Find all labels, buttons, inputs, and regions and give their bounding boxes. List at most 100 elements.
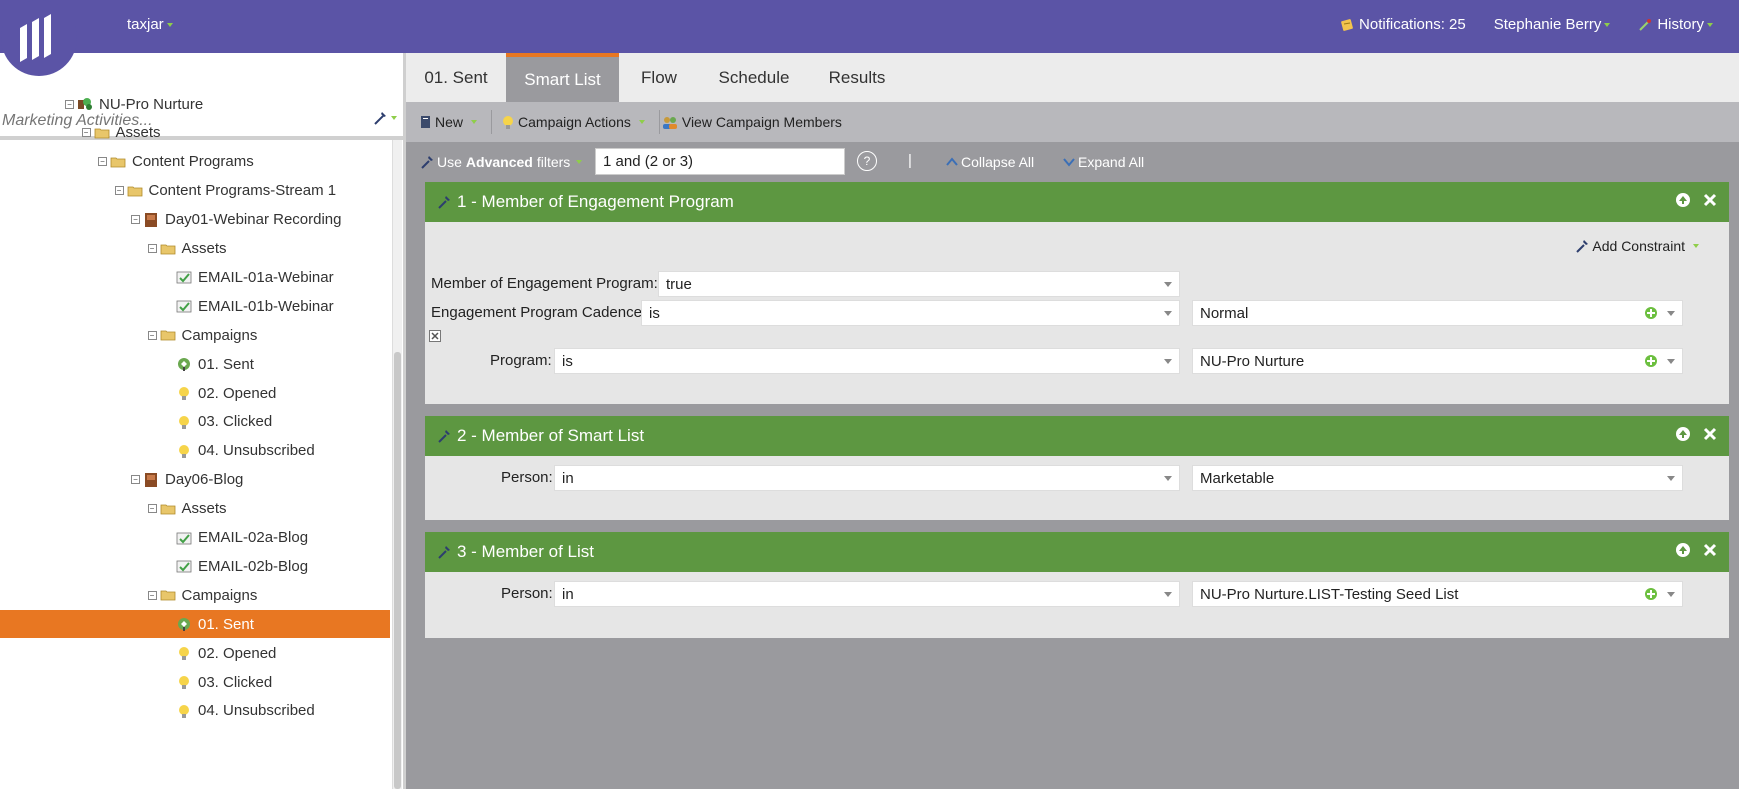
collapse-toggle-icon[interactable]: − [65,99,74,109]
tree-item[interactable]: 01. Sent [0,350,390,378]
operator-select[interactable]: in [554,465,1180,491]
tree-item-label: Assets [115,124,161,142]
tree-item[interactable]: − Assets [0,235,390,263]
tree-item[interactable]: − Content Programs-Stream 1 [0,177,390,205]
tree-item[interactable]: 04. Unsubscribed [0,697,390,725]
add-constraint-button[interactable]: Add Constraint [1575,238,1699,254]
tab-01-sent[interactable]: 01. Sent [406,53,506,102]
tree-item[interactable]: EMAIL-01b-Webinar [0,292,390,320]
operator-select[interactable]: is [641,300,1180,326]
chevron-down-icon [1693,244,1699,248]
move-up-icon[interactable] [1675,192,1691,208]
tree-item[interactable]: − Day06-Blog [0,466,390,494]
value-select[interactable]: Marketable [1192,465,1683,491]
tab-label: Schedule [718,67,790,87]
expand-all-label: Expand All [1078,154,1145,170]
divider-pipe: | [908,152,912,169]
tree-item[interactable]: 01. Sent [0,610,390,639]
move-up-icon[interactable] [1675,542,1691,558]
add-icon[interactable] [1644,587,1658,601]
lightbulb-icon [176,385,198,401]
operator-select[interactable]: in [554,581,1180,607]
close-icon[interactable] [1703,543,1717,557]
tree-item[interactable]: 04. Unsubscribed [0,437,390,465]
tree-item-label: Assets [181,500,227,518]
close-icon[interactable] [1703,427,1717,441]
tree-item[interactable]: 03. Clicked [0,668,390,696]
collapse-toggle-icon[interactable]: − [98,157,107,167]
campaign-active-icon [176,616,198,632]
collapse-toggle-icon[interactable]: − [147,504,157,514]
tree-item[interactable]: − Content Programs [0,148,390,176]
remove-constraint-icon[interactable] [429,330,441,342]
filter-header[interactable]: 1 - Member of Engagement Program [425,182,1729,222]
collapse-all-button[interactable]: Collapse All [946,154,1034,170]
tree-item[interactable]: 03. Clicked [0,408,390,436]
campaign-actions-button[interactable]: Campaign Actions [502,114,645,130]
collapse-toggle-icon[interactable]: − [81,128,91,138]
tab-results[interactable]: Results [809,53,905,102]
tree-scrollbar-thumb[interactable] [394,352,401,789]
workspace-selector[interactable]: taxjar [127,16,173,33]
value-select[interactable]: NU-Pro Nurture.LIST-Testing Seed List [1192,581,1683,607]
collapse-toggle-icon[interactable]: − [147,590,157,600]
view-campaign-members-button[interactable]: View Campaign Members [662,114,842,130]
collapse-toggle-icon[interactable]: − [147,244,157,253]
notifications-button[interactable]: Notifications: 25 [1340,16,1466,33]
marketo-logo[interactable] [0,0,78,80]
tree-item[interactable]: 02. Opened [0,639,390,667]
tree-item[interactable]: − Day01-Webinar Recording [0,206,390,234]
close-icon[interactable] [1703,193,1717,207]
lightbulb-icon [503,115,514,129]
help-icon[interactable]: ? [857,151,877,171]
expand-all-button[interactable]: Expand All [1063,154,1144,170]
tree-item[interactable]: − Campaigns [0,321,390,349]
campaign-actions-label: Campaign Actions [518,114,631,130]
tree-item[interactable]: − Assets [0,119,390,147]
tree-item[interactable]: − Campaigns [0,581,390,609]
filter-header[interactable]: 3 - Member of List [425,532,1729,572]
value-select[interactable]: Normal [1192,300,1683,326]
lightbulb-icon [176,414,198,430]
collapse-toggle-icon[interactable]: − [131,215,140,225]
chevron-down-icon [1604,22,1611,27]
collapse-toggle-icon[interactable]: − [131,475,140,485]
program-icon [77,96,99,112]
collapse-toggle-icon[interactable]: − [147,330,157,340]
operator-value: in [562,586,574,603]
email-icon [176,558,198,574]
email-icon [176,530,198,546]
lightbulb-icon [176,703,198,719]
tree-item[interactable]: EMAIL-02a-Blog [0,524,390,552]
tree-item[interactable]: 02. Opened [0,379,390,407]
filter-header[interactable]: 2 - Member of Smart List [425,416,1729,456]
tree-item-label: Campaigns [181,326,258,344]
history-menu[interactable]: History [1638,16,1713,33]
chevron-down-icon [1667,311,1675,316]
move-up-icon[interactable] [1675,426,1691,442]
filter-member-of-smart-list: 2 - Member of Smart List Person: in Mark… [425,416,1729,520]
operator-select[interactable]: is [554,348,1180,374]
use-advanced-filters-button[interactable]: Use Advanced filters [420,154,583,170]
tree-item-label: Content Programs-Stream 1 [148,182,337,200]
add-icon[interactable] [1644,306,1658,320]
collapse-all-label: Collapse All [961,154,1035,170]
user-menu[interactable]: Stephanie Berry [1494,16,1611,33]
operator-select[interactable]: true [658,271,1180,297]
add-icon[interactable] [1644,354,1658,368]
filter-member-of-engagement-program: 1 - Member of Engagement Program Add Con… [425,182,1729,404]
tree-item[interactable]: EMAIL-02b-Blog [0,552,390,580]
tree-item[interactable]: EMAIL-01a-Webinar [0,263,390,291]
filter-logic-input[interactable]: 1 and (2 or 3) [595,148,845,175]
collapse-toggle-icon[interactable]: − [114,186,124,196]
tab-flow[interactable]: Flow [619,53,699,102]
tree-item[interactable]: − NU-Pro Nurture [0,90,390,118]
tree-item[interactable]: − Assets [0,495,390,523]
chevron-down-icon [166,23,173,28]
tree-item-label: Campaigns [181,586,258,604]
value-select[interactable]: NU-Pro Nurture [1192,348,1683,374]
new-button[interactable]: New [420,114,478,130]
tab-schedule[interactable]: Schedule [699,53,809,102]
tab-smart-list[interactable]: Smart List [506,53,619,102]
value-text: Marketable [1200,470,1275,487]
